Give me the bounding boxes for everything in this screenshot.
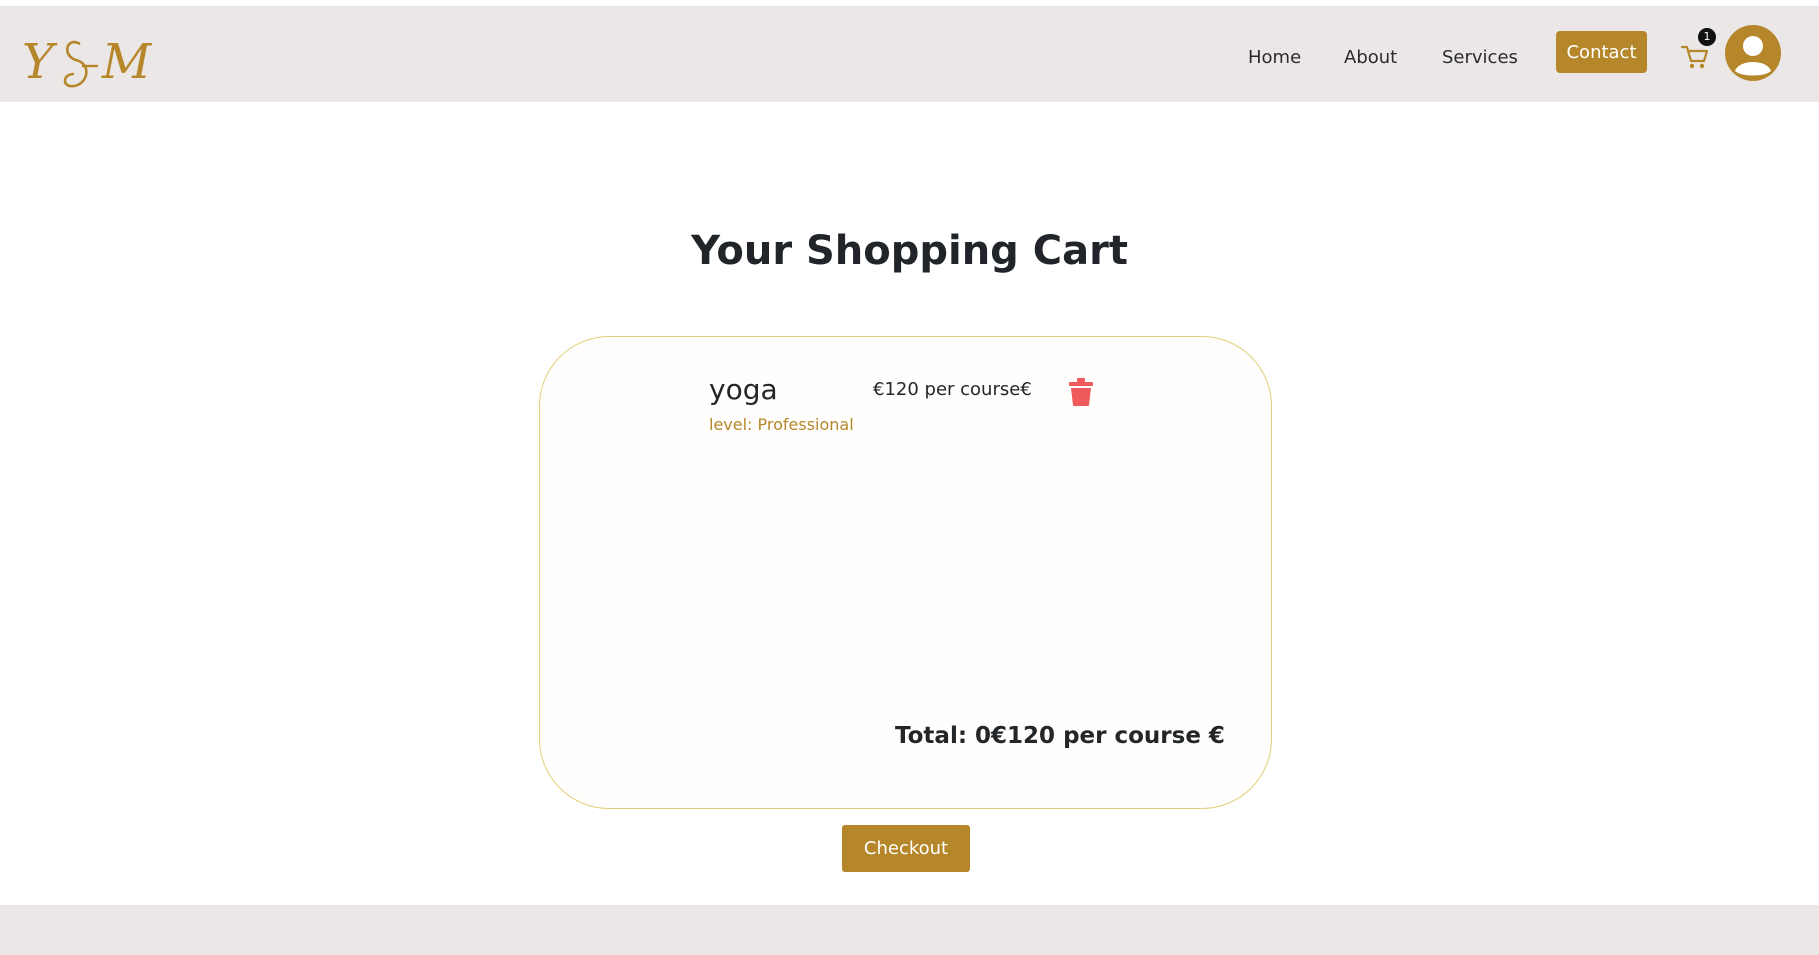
cart-item-name: yoga — [709, 373, 778, 406]
cart-item-level: level: Professional — [709, 415, 854, 434]
cart-card: yoga level: Professional €120 per course… — [539, 336, 1272, 809]
cart-total: Total: 0€120 per course € — [895, 723, 1225, 749]
nav-home-link[interactable]: Home — [1248, 42, 1301, 74]
user-avatar-icon[interactable] — [1725, 25, 1781, 81]
svg-text:M: M — [101, 34, 153, 90]
cart-count-badge: 1 — [1698, 28, 1716, 46]
contact-button[interactable]: Contact — [1556, 31, 1647, 73]
nav-services-link[interactable]: Services — [1442, 42, 1518, 74]
page-title: Your Shopping Cart — [691, 228, 1128, 274]
shopping-cart-icon[interactable] — [1680, 42, 1710, 72]
checkout-button[interactable]: Checkout — [842, 825, 970, 872]
svg-text:Y: Y — [22, 34, 58, 90]
trash-icon[interactable] — [1068, 377, 1094, 407]
cart-item-price: €120 per course€ — [873, 379, 1032, 400]
navbar: Y M Home About Services Contact 1 — [0, 6, 1819, 102]
brand-logo[interactable]: Y M — [22, 26, 164, 96]
footer — [0, 905, 1819, 955]
nav-about-link[interactable]: About — [1344, 42, 1397, 74]
